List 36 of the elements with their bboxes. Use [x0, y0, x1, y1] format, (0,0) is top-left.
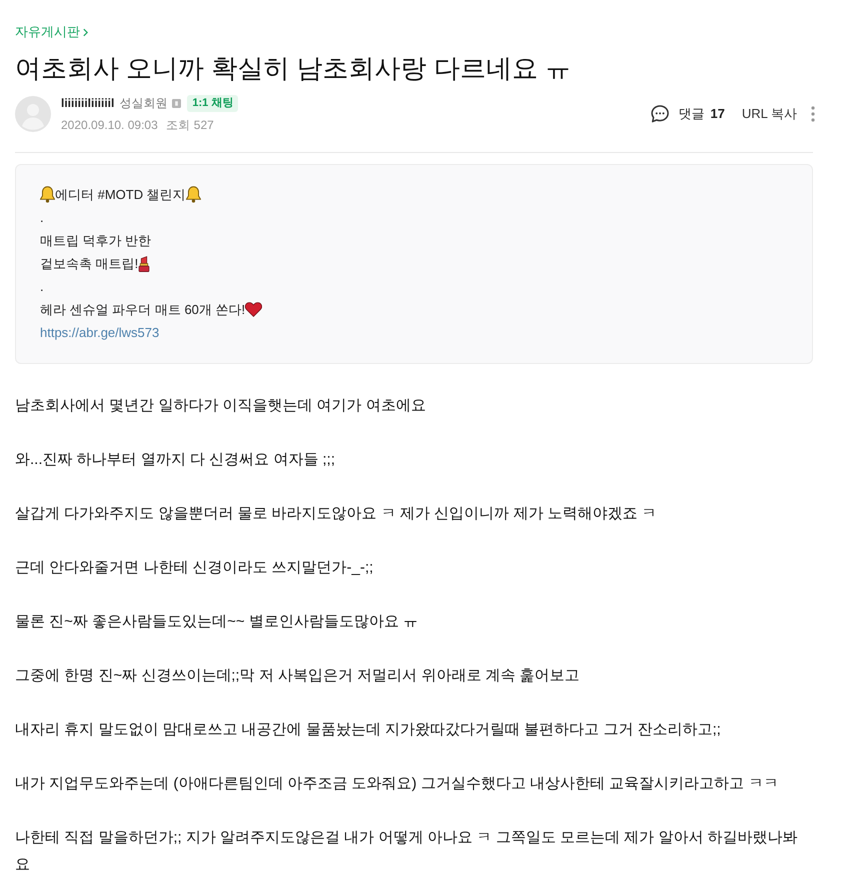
kebab-menu-icon — [811, 106, 815, 122]
post-date: 2020.09.10. 09:03 — [61, 117, 158, 134]
views-label: 조회 — [166, 117, 190, 134]
notice-text: 겉보속촉 매트립! — [40, 254, 138, 273]
board-breadcrumb-link[interactable]: 자유게시판 — [15, 22, 80, 42]
views-count: 527 — [194, 117, 214, 134]
body-paragraph: 내자리 휴지 말도없이 맘대로쓰고 내공간에 물품놨는데 지가왔따갔다거릴때 불편하다고 그거 잔소리하고;; — [15, 720, 722, 740]
speech-bubble-icon — [651, 105, 670, 123]
notice-text: 헤라 센슈얼 파우더 매트 60개 쏜다! — [40, 300, 246, 319]
bell-icon — [40, 186, 55, 203]
bell-icon — [186, 186, 201, 203]
post-title: 여초회사 오니까 확실히 남초회사랑 다르네요 ㅠ — [15, 52, 572, 85]
notice-text: . — [40, 208, 44, 227]
heart-icon — [245, 302, 262, 317]
notice-text: 매트립 덕후가 반한 — [40, 232, 152, 250]
body-paragraph: 나한테 직접 말을하던가;; 지가 알려주지도않은걸 내가 어떻게 아나요 ㅋ 그쪽일도 모르는데 제가 알아서 하길바랬나봐요 — [15, 828, 799, 874]
author-rank: 성실회원 — [119, 95, 168, 112]
body-paragraph: 살갑게 다가와주지도 않을뿐더러 물로 바라지도않아요 ㅋ 제가 신입이니까 제가 노력해야겠죠 ㅋ — [15, 504, 658, 524]
notice-link[interactable]: https://abr.ge/lws573 — [40, 322, 160, 342]
body-paragraph: 근데 안다와줄거면 나한테 신경이라도 쓰지말던가-_-;; — [15, 558, 374, 578]
author-name: liiiiiiiliiiiiil — [61, 95, 114, 112]
body-paragraph: 내가 지업무도와주는데 (아애다른팀인데 아주조금 도와줘요) 그거실수했다고 내상사한테 교육잘시키라고하고 ㅋㅋ — [15, 774, 780, 794]
rank-badge-icon — [172, 98, 182, 108]
chat-button[interactable]: 1:1 채팅 — [187, 94, 238, 112]
notice-text: 에디터 #MOTD 챌린지 — [55, 186, 186, 204]
body-paragraph: 물론 진~짜 좋은사람들도있는데~~ 별로인사람들도많아요 ㅠ — [15, 612, 419, 632]
url-copy-button[interactable]: URL 복사 — [742, 104, 797, 124]
chevron-right-icon — [83, 28, 88, 36]
body-paragraph: 와...진짜 하나부터 열까지 다 신경써요 여자들 ;;; — [15, 450, 336, 470]
body-paragraph: 그중에 한명 진~짜 신경쓰이는데;;막 저 사복입은거 저멀리서 위아래로 계속 훑어보고 — [15, 666, 581, 686]
more-options-button[interactable] — [811, 106, 815, 122]
comments-button[interactable]: 댓글 17 — [651, 104, 725, 124]
lipstick-icon — [138, 256, 150, 272]
body-paragraph: 남초회사에서 몇년간 일하다가 이직을햇는데 여기가 여초에요 — [15, 396, 427, 416]
notice-text: . — [40, 278, 44, 296]
avatar-icon — [15, 96, 51, 132]
